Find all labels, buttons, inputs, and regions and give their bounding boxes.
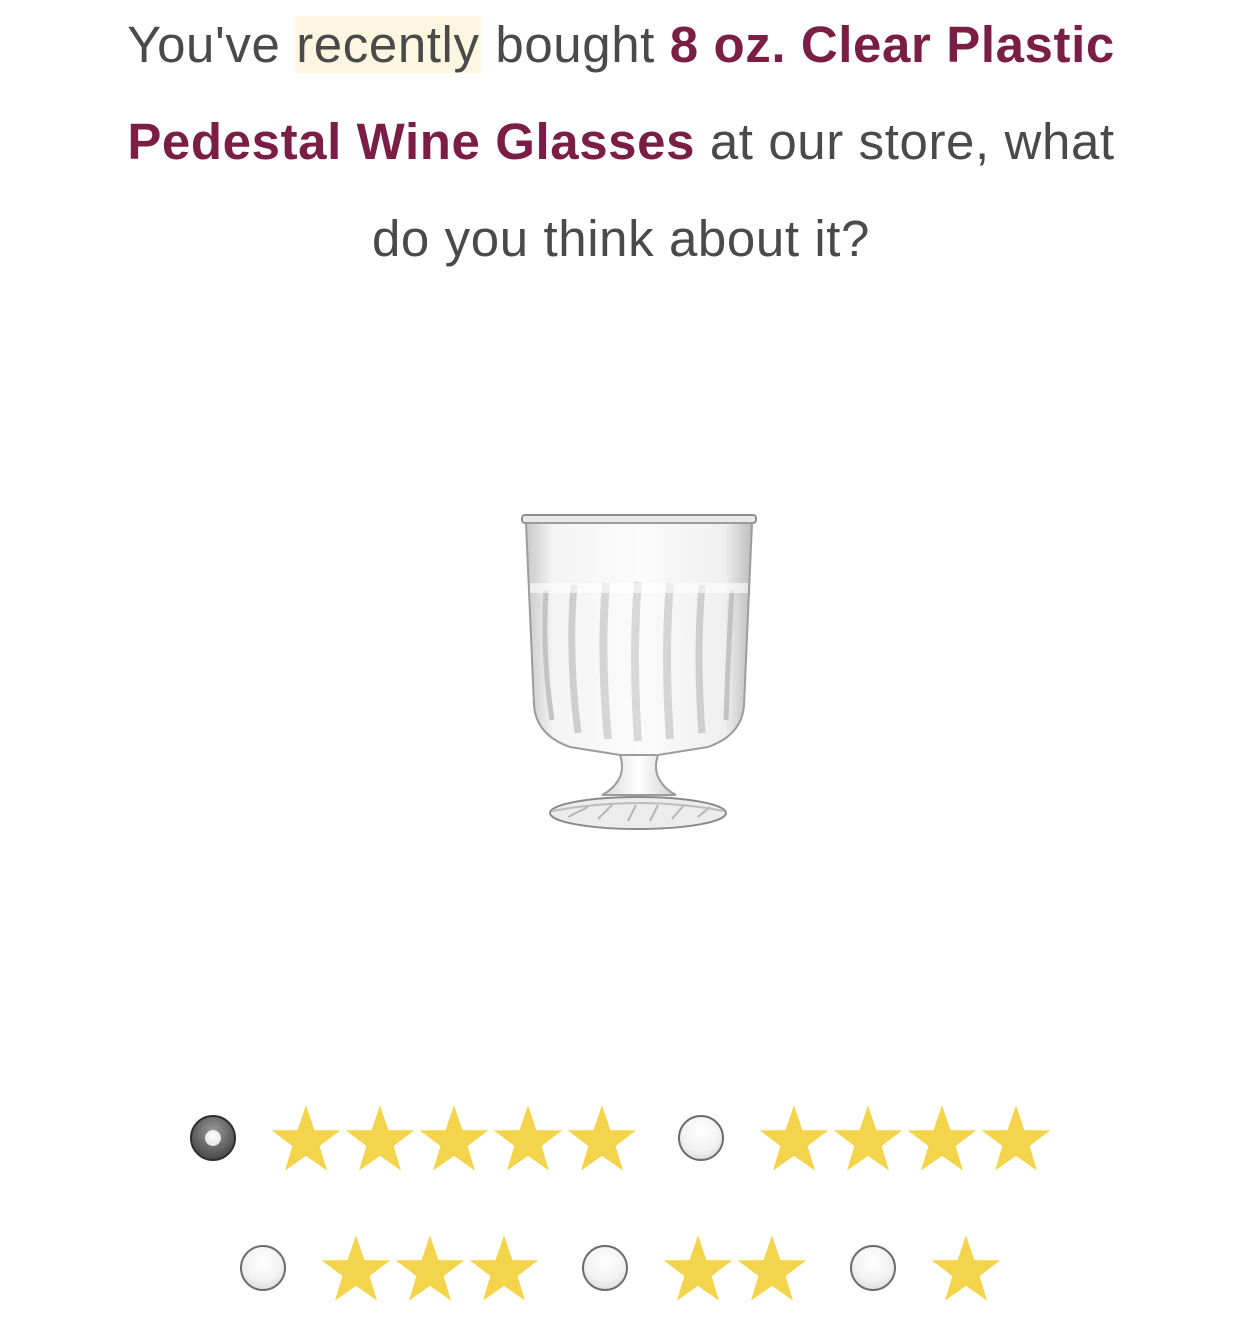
- rating-stars-1: [930, 1234, 1002, 1302]
- star-icon: [737, 1235, 807, 1301]
- wine-glass-icon: [521, 514, 757, 830]
- star-icon: [981, 1105, 1051, 1171]
- rating-radio-4[interactable]: [678, 1115, 724, 1161]
- rating-row-top: [0, 1100, 1242, 1176]
- rating-stars-2: [662, 1234, 808, 1302]
- rating-option-3[interactable]: [240, 1234, 540, 1302]
- star-icon: [931, 1235, 1001, 1301]
- rating-stars-5: [270, 1104, 638, 1172]
- rating-option-5[interactable]: [190, 1104, 638, 1172]
- question-highlight: recently: [295, 16, 481, 73]
- star-icon: [833, 1105, 903, 1171]
- rating-option-4[interactable]: [678, 1104, 1052, 1172]
- star-icon: [395, 1235, 465, 1301]
- rating-radio-1[interactable]: [850, 1245, 896, 1291]
- rating-radio-5[interactable]: [190, 1115, 236, 1161]
- star-icon: [345, 1105, 415, 1171]
- rating-radio-2[interactable]: [582, 1245, 628, 1291]
- rating-stars-4: [758, 1104, 1052, 1172]
- rating-stars-3: [320, 1234, 540, 1302]
- star-icon: [759, 1105, 829, 1171]
- star-icon: [493, 1105, 563, 1171]
- star-icon: [469, 1235, 539, 1301]
- rating-option-1[interactable]: [850, 1234, 1002, 1302]
- rating-option-2[interactable]: [582, 1234, 808, 1302]
- rating-radio-3[interactable]: [240, 1245, 286, 1291]
- rating-row-bottom: [0, 1230, 1242, 1306]
- question-prefix: You've: [127, 16, 281, 73]
- star-icon: [271, 1105, 341, 1171]
- star-icon: [419, 1105, 489, 1171]
- review-question: You've recently bought 8 oz. Clear Plast…: [110, 0, 1132, 287]
- star-icon: [321, 1235, 391, 1301]
- star-icon: [567, 1105, 637, 1171]
- star-icon: [663, 1235, 733, 1301]
- star-icon: [907, 1105, 977, 1171]
- question-middle: bought: [495, 16, 655, 73]
